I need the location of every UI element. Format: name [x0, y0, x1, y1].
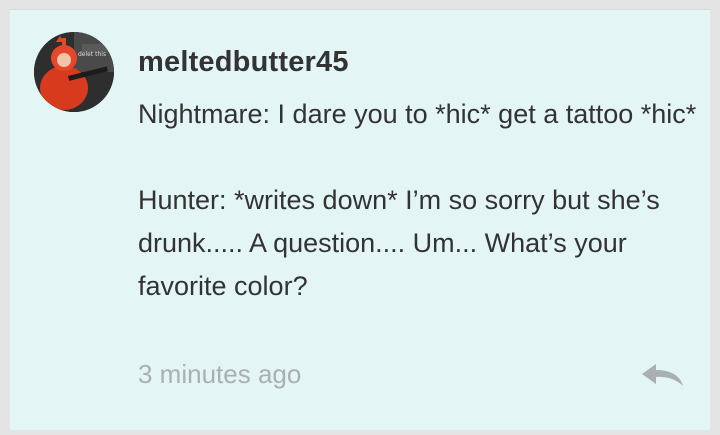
reply-button[interactable]: [640, 362, 686, 388]
message-line: Nightmare: I dare you to *hic* get a tat…: [138, 99, 697, 129]
avatar[interactable]: delet this: [34, 32, 114, 112]
avatar-image: delet this: [34, 32, 114, 112]
screen-background: delet this meltedbutter45 Nightmare: I d…: [0, 0, 720, 435]
timestamp: 3 minutes ago: [138, 359, 302, 389]
username[interactable]: meltedbutter45: [138, 46, 349, 79]
message-line: Hunter: *writes down* I’m so sorry but s…: [138, 185, 668, 301]
message-line-blank: [138, 136, 698, 179]
comment-card: delet this meltedbutter45 Nightmare: I d…: [10, 9, 710, 430]
reply-arrow-icon: [642, 364, 683, 386]
avatar-caption: delet this: [78, 51, 106, 58]
comment-message: Nightmare: I dare you to *hic* get a tat…: [138, 93, 698, 308]
